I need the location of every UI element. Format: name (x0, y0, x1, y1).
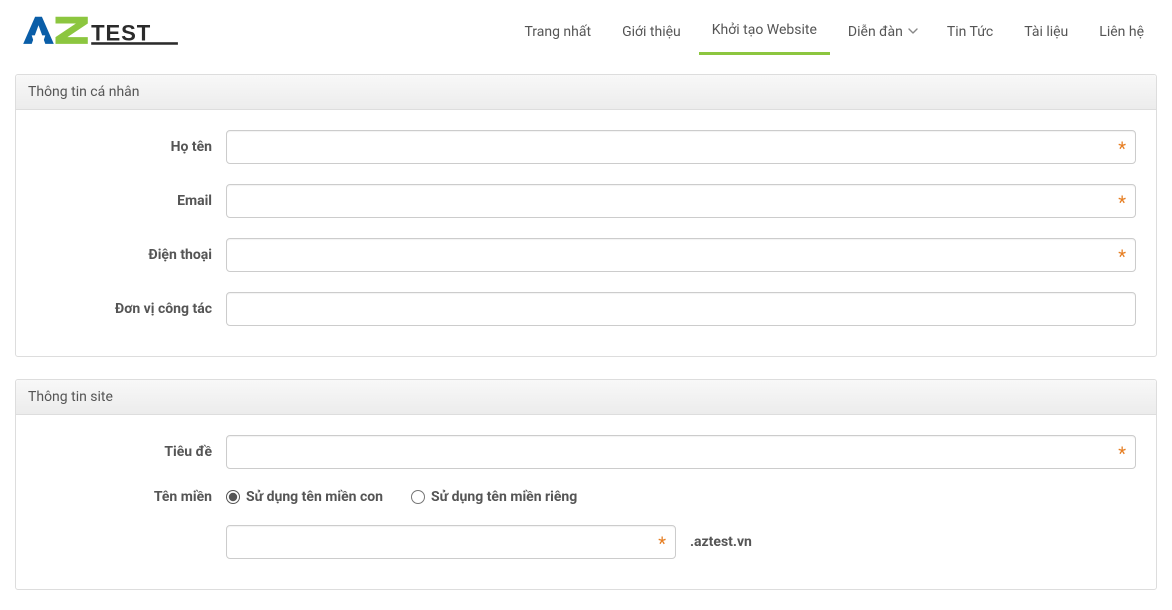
panel-title: Thông tin site (16, 380, 1156, 415)
svg-text:TEST: TEST (91, 20, 151, 45)
email-input[interactable] (226, 184, 1136, 218)
input-wrap (226, 292, 1136, 326)
logo-icon: TEST (15, 15, 215, 49)
label-fullname: Họ tên (36, 139, 226, 155)
panel-body: Tiêu đề * Tên miền Sử dụng tên miền con … (16, 415, 1156, 589)
radio-option-subdomain[interactable]: Sử dụng tên miền con (226, 489, 383, 505)
form-row-subdomain: * .aztest.vn (36, 525, 1136, 559)
nav-label: Khởi tạo Website (712, 22, 817, 38)
site-title-input[interactable] (226, 435, 1136, 469)
form-row-email: Email * (36, 184, 1136, 218)
radio-label: Sử dụng tên miền riêng (431, 489, 577, 505)
phone-input[interactable] (226, 238, 1136, 272)
form-row-site-title: Tiêu đề * (36, 435, 1136, 469)
label-site-title: Tiêu đề (36, 444, 226, 460)
input-wrap: * .aztest.vn (226, 525, 1136, 559)
label-domain: Tên miền (36, 489, 226, 505)
radio-owndomain-input[interactable] (411, 490, 425, 504)
domain-radio-group: Sử dụng tên miền con Sử dụng tên miền ri… (226, 489, 577, 505)
nav-item-forum[interactable]: Diễn đàn (835, 10, 929, 54)
nav-label: Trang nhất (524, 24, 591, 40)
radio-option-owndomain[interactable]: Sử dụng tên miền riêng (411, 489, 577, 505)
input-wrap: Sử dụng tên miền con Sử dụng tên miền ri… (226, 489, 1136, 505)
nav-label: Giới thiệu (622, 24, 681, 40)
fullname-input[interactable] (226, 130, 1136, 164)
input-wrap: * (226, 184, 1136, 218)
nav-item-news[interactable]: Tin Tức (934, 10, 1006, 54)
chevron-down-icon (908, 28, 916, 36)
nav-item-home[interactable]: Trang nhất (511, 10, 604, 54)
input-wrap: * (226, 238, 1136, 272)
org-input[interactable] (226, 292, 1136, 326)
radio-subdomain-input[interactable] (226, 490, 240, 504)
panel-body: Họ tên * Email * Điện thoại * Đơn vị côn… (16, 110, 1156, 356)
subdomain-input[interactable] (226, 525, 676, 559)
nav-label: Liên hệ (1099, 24, 1144, 40)
form-row-org: Đơn vị công tác (36, 292, 1136, 326)
label-org: Đơn vị công tác (36, 301, 226, 317)
form-row-domain-type: Tên miền Sử dụng tên miền con Sử dụng tê… (36, 489, 1136, 505)
header: TEST Trang nhất Giới thiệu Khởi tạo Webs… (0, 0, 1172, 68)
nav-item-create-website[interactable]: Khởi tạo Website (699, 8, 830, 55)
domain-suffix: .aztest.vn (690, 534, 752, 550)
nav-item-contact[interactable]: Liên hệ (1086, 10, 1157, 54)
nav-label: Tin Tức (947, 24, 993, 40)
form-row-phone: Điện thoại * (36, 238, 1136, 272)
input-wrap: * (226, 130, 1136, 164)
subdomain-input-wrap: * (226, 525, 676, 559)
panel-site-info: Thông tin site Tiêu đề * Tên miền Sử dụn… (15, 379, 1157, 590)
top-nav: Trang nhất Giới thiệu Khởi tạo Website D… (511, 8, 1157, 55)
nav-item-about[interactable]: Giới thiệu (609, 10, 694, 54)
nav-label: Diễn đàn (848, 24, 903, 40)
panel-title: Thông tin cá nhân (16, 75, 1156, 110)
logo[interactable]: TEST (15, 12, 215, 52)
label-email: Email (36, 193, 226, 209)
label-phone: Điện thoại (36, 247, 226, 263)
nav-item-docs[interactable]: Tài liệu (1011, 10, 1081, 54)
radio-label: Sử dụng tên miền con (246, 489, 383, 505)
form-row-fullname: Họ tên * (36, 130, 1136, 164)
nav-label: Tài liệu (1024, 24, 1068, 40)
panel-personal-info: Thông tin cá nhân Họ tên * Email * Điện … (15, 74, 1157, 357)
input-wrap: * (226, 435, 1136, 469)
